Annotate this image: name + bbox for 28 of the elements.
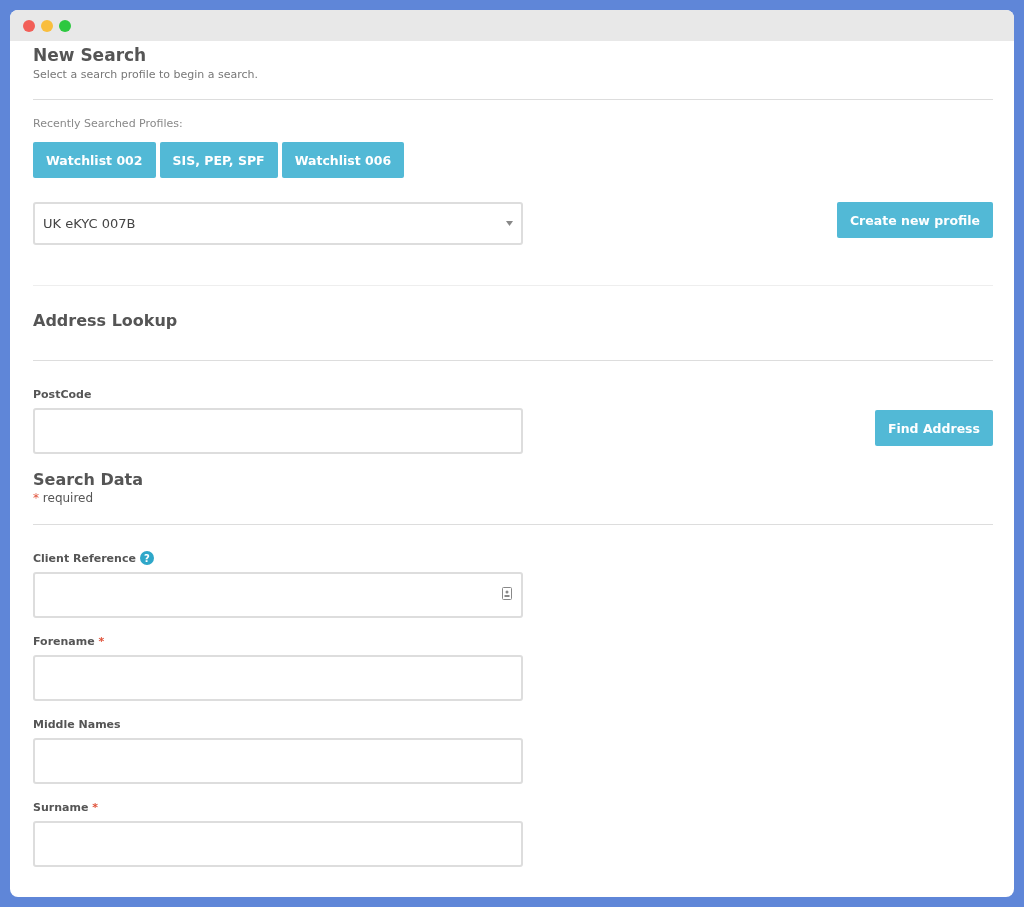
caret-icon <box>506 221 513 226</box>
contact-card-icon[interactable] <box>502 587 512 600</box>
field-label: PostCode <box>33 388 93 401</box>
field-label: Forename * <box>33 635 105 648</box>
profile-button[interactable]: Watchlist 002 <box>33 142 156 178</box>
text-field[interactable] <box>33 738 523 784</box>
help-icon[interactable]: ? <box>139 551 154 565</box>
find-address-button[interactable]: Find Address <box>874 410 993 446</box>
text-field[interactable] <box>33 821 523 867</box>
minimize-icon[interactable] <box>41 19 53 32</box>
profile-button[interactable]: SIS, PEP, SPF <box>159 142 278 178</box>
close-icon[interactable] <box>23 19 35 32</box>
required-note: * required <box>33 491 95 505</box>
section-title: Address Lookup <box>33 311 179 330</box>
field-label: Middle Names <box>33 718 121 731</box>
field-label: Client Reference <box>33 551 136 565</box>
maximize-icon[interactable] <box>59 19 71 32</box>
create-profile-button[interactable]: Create new profile <box>836 202 993 238</box>
field-label: Surname * <box>33 801 98 814</box>
recent-profiles-label: Recently Searched Profiles: <box>33 117 184 130</box>
page-subtitle: Select a search profile to begin a search. <box>33 68 260 81</box>
profile-button[interactable]: Watchlist 006 <box>281 142 405 178</box>
section-title: Search Data <box>33 470 145 489</box>
text-field[interactable] <box>33 572 523 618</box>
postcode-field[interactable] <box>33 408 523 454</box>
page-title: New Search <box>33 45 148 65</box>
text-field[interactable] <box>33 655 523 701</box>
profile-dropdown[interactable]: UK eKYC 007B <box>33 202 523 245</box>
